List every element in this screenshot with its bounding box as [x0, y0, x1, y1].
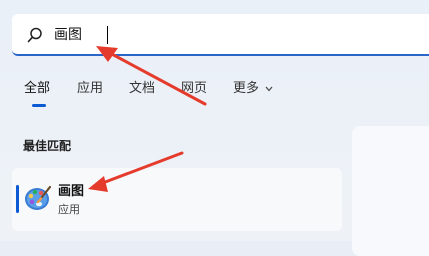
- best-match-result[interactable]: [12, 168, 342, 231]
- text-caret: [107, 26, 108, 44]
- tab-all[interactable]: 全部: [24, 80, 50, 98]
- chevron-down-icon[interactable]: [265, 86, 273, 92]
- search-input[interactable]: 画图: [12, 14, 429, 56]
- active-tab-indicator: [32, 104, 46, 107]
- best-match-heading: 最佳匹配: [23, 139, 72, 153]
- search-query-text: 画图: [54, 27, 82, 43]
- tab-documents[interactable]: 文档: [129, 80, 155, 98]
- app-name[interactable]: 画图: [58, 180, 84, 199]
- preview-pane: [352, 126, 429, 256]
- tab-apps[interactable]: 应用: [77, 80, 103, 98]
- selection-indicator: [16, 185, 19, 213]
- tab-more[interactable]: 更多: [233, 80, 259, 98]
- start-search-panel: 画图 全部 应用 文档 网页 更多 最佳匹配 画图 应用: [0, 0, 429, 256]
- paint-palette-icon[interactable]: [24, 184, 52, 212]
- app-type-label: 应用: [58, 203, 80, 216]
- tab-web[interactable]: 网页: [181, 80, 207, 98]
- search-icon: [27, 27, 42, 43]
